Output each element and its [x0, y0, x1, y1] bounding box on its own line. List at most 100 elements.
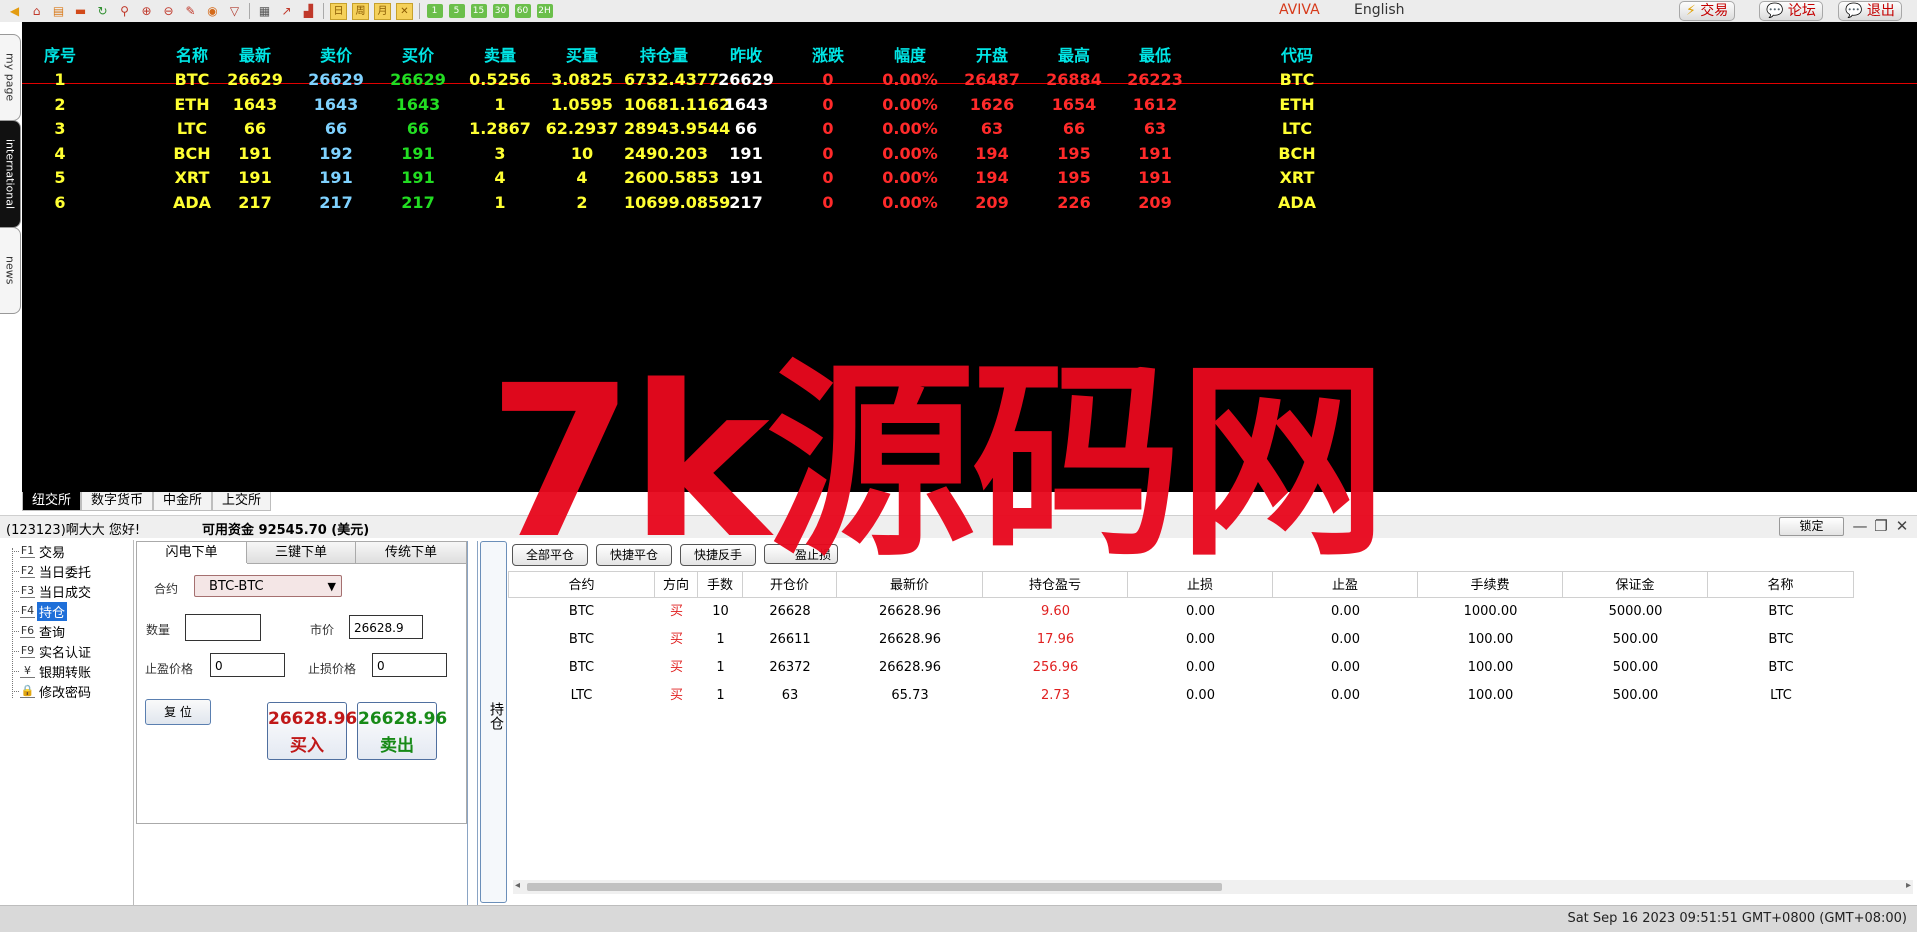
- market-tab-cffex[interactable]: 中金所: [153, 492, 213, 511]
- lock-button[interactable]: 锁定: [1779, 517, 1844, 536]
- market-tab-nyse[interactable]: 纽交所: [22, 492, 82, 511]
- table-icon[interactable]: ▦: [254, 2, 275, 20]
- market-price-input[interactable]: 26628.9: [349, 615, 423, 639]
- quick-reverse-button[interactable]: 快捷反手: [680, 544, 756, 566]
- book-icon[interactable]: ▤: [48, 2, 69, 20]
- minute-interval-button[interactable]: 60: [512, 2, 533, 20]
- quantity-input[interactable]: [185, 614, 261, 641]
- pen-icon[interactable]: ✎: [180, 2, 201, 20]
- period-button[interactable]: 月: [372, 2, 393, 20]
- positions-header-cell[interactable]: 持仓盈亏: [983, 571, 1128, 598]
- horizontal-scrollbar[interactable]: ◂ ▸: [513, 880, 1913, 894]
- positions-row[interactable]: BTC 买 10 26628 26628.96 9.60 0.00 0.00 1000.00 50…: [508, 598, 1917, 626]
- tab-flash-order[interactable]: 闪电下单: [137, 542, 247, 563]
- minimize-icon[interactable]: —: [1852, 517, 1868, 535]
- scroll-right-icon[interactable]: ▸: [1906, 880, 1911, 891]
- side-tab-international[interactable]: international: [0, 120, 21, 228]
- close-all-button[interactable]: 全部平仓: [512, 544, 588, 566]
- language-switch[interactable]: English: [1354, 2, 1405, 18]
- market-tab-sse[interactable]: 上交所: [212, 492, 272, 511]
- side-tab-my-page[interactable]: my page: [0, 34, 21, 121]
- quote-header-cell[interactable]: 序号: [20, 42, 100, 66]
- sell-button[interactable]: 26628.96 卖出: [357, 702, 447, 760]
- positions-side-tab[interactable]: 持仓: [480, 541, 507, 903]
- bucket-icon[interactable]: ◉: [202, 2, 223, 20]
- positions-header-cell[interactable]: 开仓价: [743, 571, 837, 598]
- forum-button[interactable]: 💬 论坛: [1759, 1, 1823, 21]
- positions-cell: 100.00: [1467, 660, 1514, 675]
- period-button[interactable]: 日: [328, 2, 349, 20]
- quote-header-cell[interactable]: 幅度: [870, 42, 950, 66]
- quote-header-cell[interactable]: 买价: [378, 42, 458, 66]
- contract-select[interactable]: BTC-BTC ▼: [194, 575, 342, 597]
- quote-header-cell[interactable]: 卖价: [296, 42, 376, 66]
- tree-item[interactable]: F9 实名认证: [20, 642, 93, 661]
- reset-button[interactable]: 复 位: [145, 699, 211, 725]
- minute-interval-button[interactable]: 15: [468, 2, 489, 20]
- quote-row[interactable]: 6 ADA 217 217 217 1 2 10699.0859 217 0 0.00% 209 226…: [22, 193, 1917, 223]
- tree-item[interactable]: 🔒 修改密码: [20, 682, 93, 701]
- scrollbar-thumb[interactable]: [527, 883, 1222, 891]
- quote-cell: 195: [1057, 168, 1091, 187]
- logout-button[interactable]: 💬 退出: [1838, 1, 1902, 21]
- market-tab-crypto[interactable]: 数字货币: [81, 492, 154, 511]
- tree-item[interactable]: F1 交易: [20, 542, 67, 561]
- quote-header-cell[interactable]: 昨收: [706, 42, 786, 66]
- quick-close-button[interactable]: 快捷平仓: [596, 544, 672, 566]
- zoom-in-icon[interactable]: ⊕: [136, 2, 157, 20]
- period-button[interactable]: ✕: [394, 2, 415, 20]
- tree-item[interactable]: F6 查询: [20, 622, 67, 641]
- tree-item[interactable]: F4 持仓: [20, 601, 68, 621]
- positions-header-cell[interactable]: 保证金: [1563, 571, 1708, 598]
- quote-header-cell[interactable]: 最高: [1034, 42, 1114, 66]
- tree-item[interactable]: F3 当日成交: [20, 582, 93, 601]
- tree-item[interactable]: F2 当日委托: [20, 562, 93, 581]
- tree-item[interactable]: ¥ 银期转账: [20, 662, 93, 681]
- period-button[interactable]: 周: [350, 2, 371, 20]
- line-chart-icon[interactable]: ↗: [276, 2, 297, 20]
- quote-header-cell[interactable]: 开盘: [952, 42, 1032, 66]
- card-icon[interactable]: ▬: [70, 2, 91, 20]
- positions-header-cell[interactable]: 手数: [698, 571, 743, 598]
- stop-loss-input[interactable]: 0: [372, 653, 447, 677]
- refresh-icon[interactable]: ↻: [92, 2, 113, 20]
- close-icon[interactable]: ✕: [1894, 517, 1910, 535]
- restore-icon[interactable]: ❐: [1873, 517, 1889, 535]
- take-profit-input[interactable]: 0: [210, 653, 285, 677]
- side-tab-news[interactable]: news: [0, 227, 21, 314]
- quote-header-cell[interactable]: 买量: [542, 42, 622, 66]
- trade-button[interactable]: ⚡ 交易: [1679, 1, 1736, 21]
- filter-icon[interactable]: ▽: [224, 2, 245, 20]
- quote-header-cell[interactable]: 代码: [1257, 42, 1337, 66]
- buy-button[interactable]: 26628.96 买入: [267, 702, 357, 760]
- positions-header-cell[interactable]: 最新价: [837, 571, 983, 598]
- minute-interval-button[interactable]: 30: [490, 2, 511, 20]
- quote-header-cell[interactable]: 最低: [1115, 42, 1195, 66]
- positions-row[interactable]: LTC 买 1 63 65.73 2.73 0.00 0.00 100.00 500.00 LTC: [508, 682, 1917, 710]
- quote-header-cell[interactable]: 持仓量: [624, 42, 704, 66]
- home-icon[interactable]: ⌂: [26, 2, 47, 20]
- positions-header-cell[interactable]: 止损: [1128, 571, 1273, 598]
- positions-header-cell[interactable]: 方向: [655, 571, 698, 598]
- minute-interval-button[interactable]: 1: [424, 2, 445, 20]
- minute-interval-button[interactable]: 5: [446, 2, 467, 20]
- back-icon[interactable]: ◀: [4, 2, 25, 20]
- panel-splitter[interactable]: [467, 541, 478, 905]
- tab-three-key-order[interactable]: 三键下单: [247, 542, 356, 564]
- positions-header-cell[interactable]: 名称: [1708, 571, 1854, 598]
- minute-interval-button[interactable]: 2H: [534, 2, 555, 20]
- quote-header-cell[interactable]: 卖量: [460, 42, 540, 66]
- tab-classic-order[interactable]: 传统下单: [356, 542, 466, 564]
- zoom-out-icon[interactable]: ⊖: [158, 2, 179, 20]
- scroll-left-icon[interactable]: ◂: [515, 880, 520, 891]
- bar-trend-icon[interactable]: ▟: [298, 2, 319, 20]
- quote-header-cell[interactable]: 最新: [215, 42, 295, 66]
- quote-header-cell[interactable]: 涨跌: [788, 42, 868, 66]
- positions-row[interactable]: BTC 买 1 26372 26628.96 256.96 0.00 0.00 100.00 50…: [508, 654, 1917, 682]
- search-icon[interactable]: ⚲: [114, 2, 135, 20]
- positions-row[interactable]: BTC 买 1 26611 26628.96 17.96 0.00 0.00 100.00 500…: [508, 626, 1917, 654]
- take-profit-stop-loss-button[interactable]: 盈止损: [764, 544, 838, 564]
- positions-header-cell[interactable]: 手续费: [1418, 571, 1563, 598]
- positions-header-cell[interactable]: 合约: [508, 571, 655, 598]
- positions-header-cell[interactable]: 止盈: [1273, 571, 1418, 598]
